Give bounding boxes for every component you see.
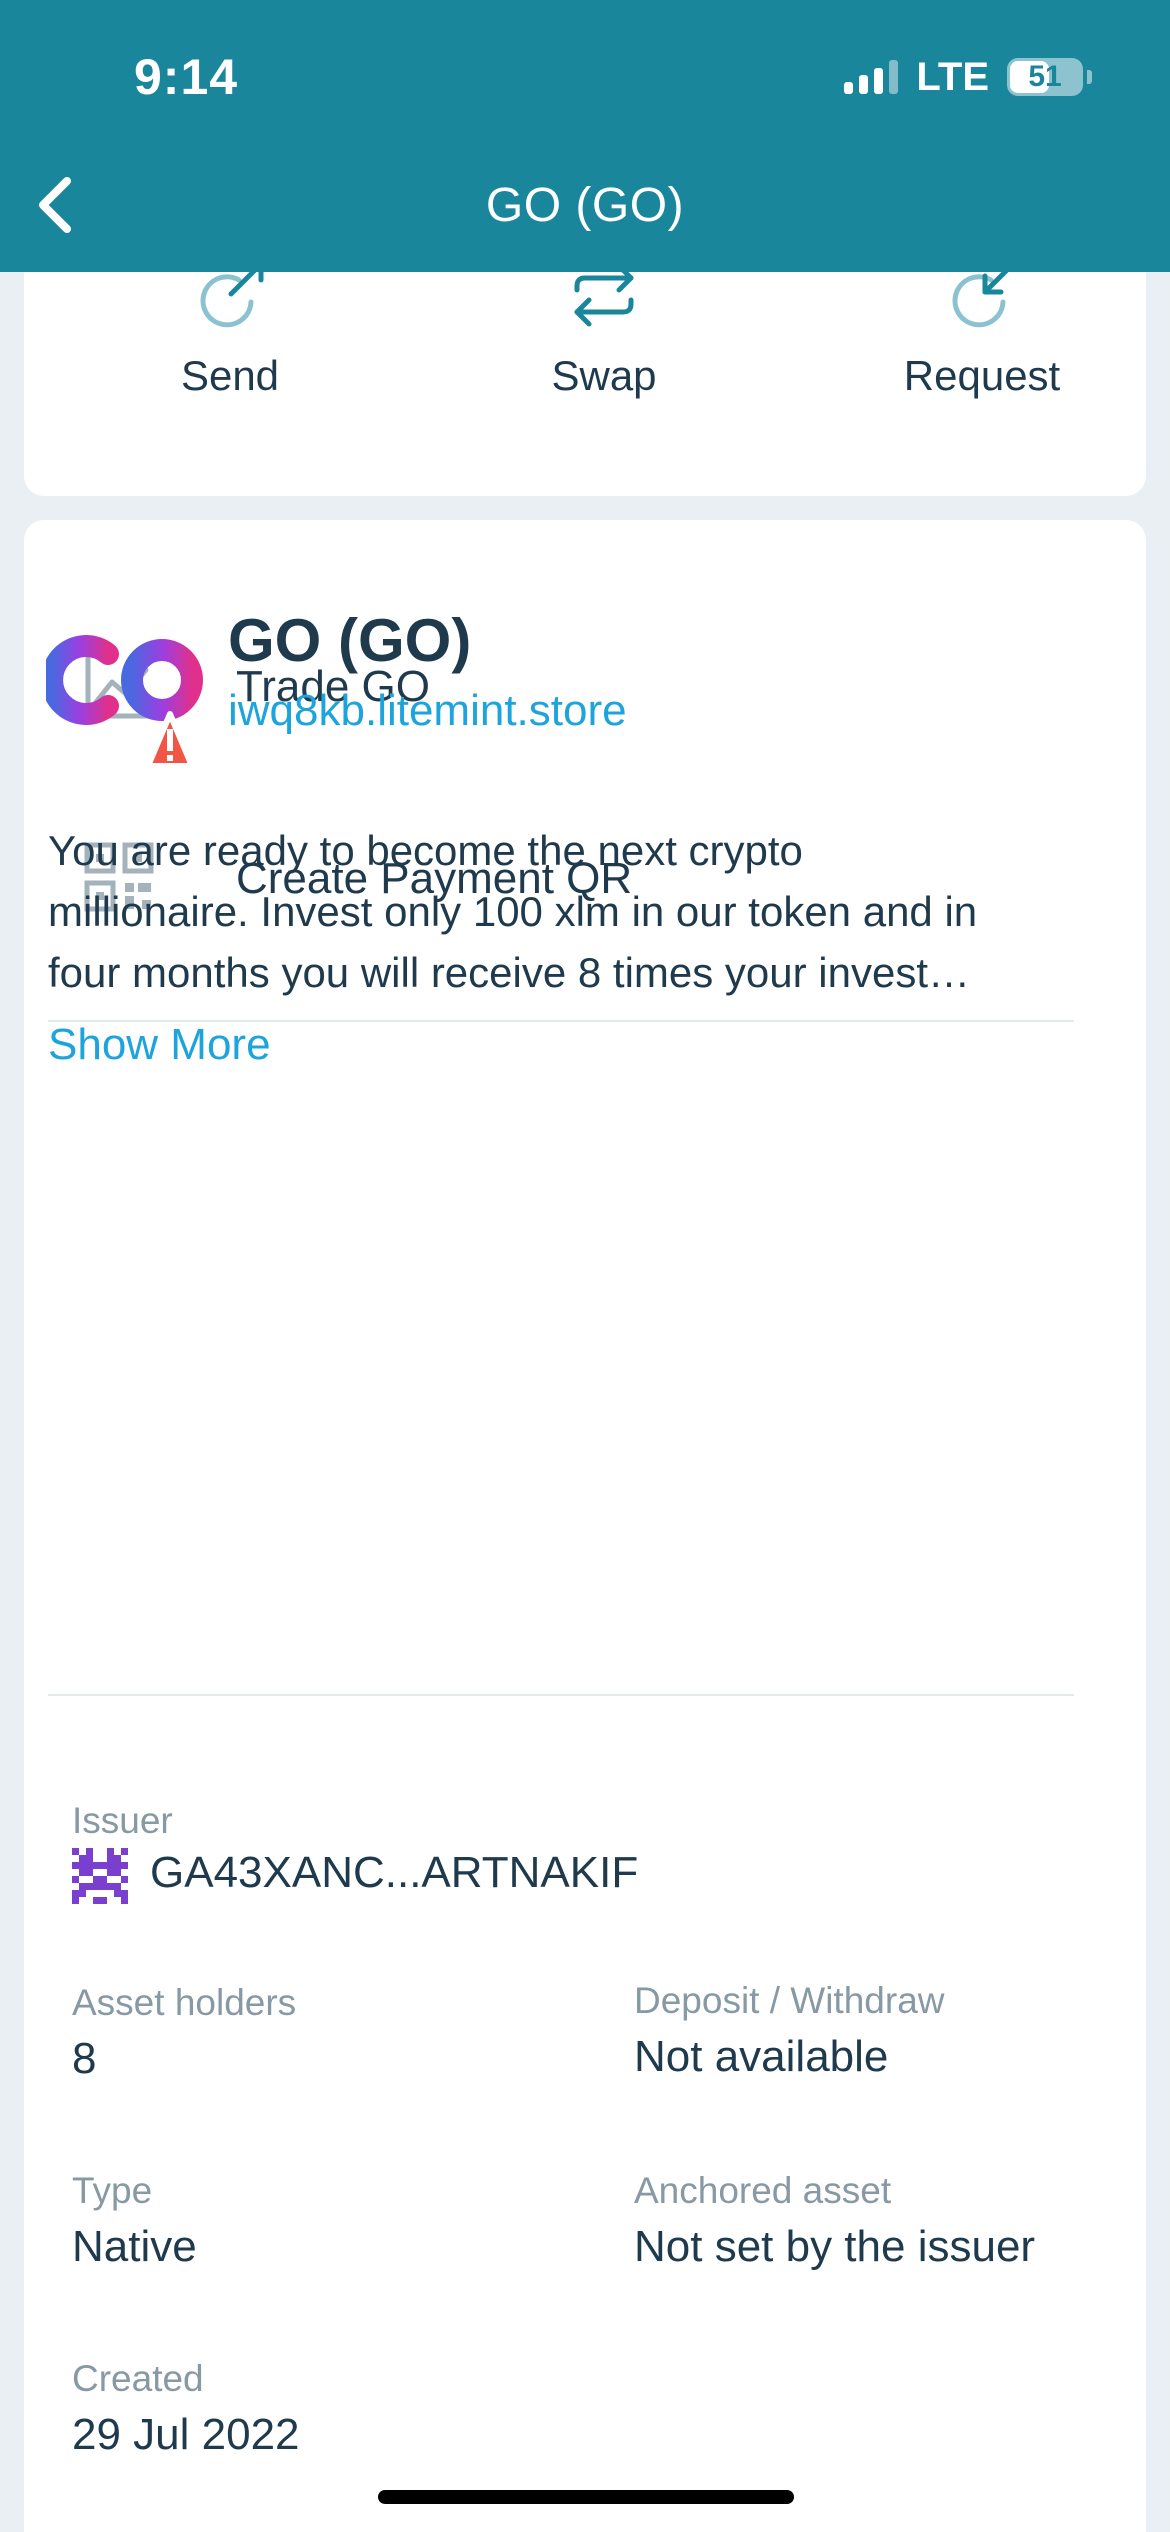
description-line: You are ready to become the next crypto [48, 827, 803, 874]
asset-logo [41, 624, 206, 794]
issuer-identicon-icon [72, 1848, 128, 1904]
type-label: Type [72, 2170, 153, 2211]
send-button[interactable]: Send [110, 260, 350, 400]
divider [48, 1694, 1074, 1696]
asset-name: GO (GO) [228, 607, 472, 674]
swap-label: Swap [551, 352, 657, 399]
created-value: 29 Jul 2022 [72, 2410, 300, 2459]
created-label: Created [72, 2358, 204, 2399]
deposit-label: Deposit / Withdraw [634, 1980, 945, 2021]
signal-icon [844, 60, 899, 94]
anchored-value: Not set by the issuer [634, 2222, 1036, 2271]
battery-level: 51 [1028, 60, 1062, 93]
battery-icon: 51 [1007, 58, 1083, 96]
home-indicator [378, 2490, 794, 2504]
request-label: Request [903, 352, 1061, 399]
holders-label: Asset holders [72, 1982, 297, 2023]
page-title: GO (GO) [485, 179, 685, 232]
issuer-address[interactable]: GA43XANC...ARTNAKIF [150, 1848, 638, 1898]
status-time: 9:14 [134, 49, 239, 105]
anchored-label: Anchored asset [634, 2170, 892, 2211]
app-header: 9:14 LTE 51 GO (GO) [0, 0, 1170, 272]
description-line: four months you will receive 8 times you… [48, 949, 971, 996]
description-line: millionaire. Invest only 100 xlm in our … [48, 888, 978, 935]
status-icons: LTE 51 [844, 52, 1092, 102]
show-more-link[interactable]: Show More [48, 1020, 271, 1070]
swap-button[interactable]: Swap [484, 260, 724, 400]
holders-value: 8 [72, 2034, 97, 2083]
asset-domain-link[interactable]: iwq8kb.litemint.store [228, 686, 627, 736]
issuer-label: Issuer [72, 1800, 173, 1841]
type-value: Native [72, 2222, 197, 2271]
send-label: Send [180, 352, 280, 399]
deposit-value: Not available [634, 2032, 889, 2081]
go-logo-icon [41, 635, 203, 769]
request-button[interactable]: Request [862, 260, 1102, 400]
network-type: LTE [916, 54, 989, 99]
asset-description: You are ready to become the next crypto … [48, 820, 1088, 1003]
